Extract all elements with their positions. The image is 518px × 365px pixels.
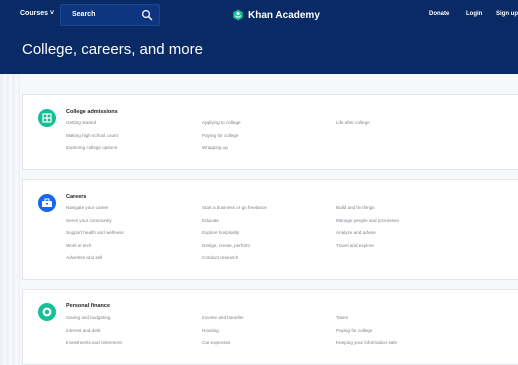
- topic-column: Start a business or go freelance Educate…: [202, 205, 330, 268]
- topic-column: Taxes Paying for college Keeping your in…: [336, 315, 464, 353]
- courses-menu-button[interactable]: Courses ˅: [20, 10, 54, 17]
- donate-link[interactable]: Donate: [429, 11, 449, 17]
- coin-icon: [42, 307, 52, 317]
- topic-link[interactable]: Educate: [202, 218, 330, 231]
- topic-link[interactable]: Investments and retirement: [66, 340, 194, 353]
- topic-link[interactable]: Advertise and sell: [66, 255, 194, 268]
- topic-link[interactable]: Paying for college: [336, 328, 464, 341]
- login-link[interactable]: Login: [466, 11, 482, 17]
- topic-link[interactable]: Making high school count: [66, 133, 194, 146]
- topic-link[interactable]: Work in tech: [66, 243, 194, 256]
- college-admissions-icon: [38, 109, 56, 127]
- section-title[interactable]: College admissions: [66, 109, 118, 115]
- search-icon[interactable]: [141, 9, 153, 21]
- topic-link[interactable]: Wrapping up: [202, 145, 330, 158]
- section-college-admissions: College admissions Getting started Makin…: [22, 94, 518, 170]
- page-banner: College, careers, and more: [0, 30, 518, 74]
- topic-column: Getting started Making high school count…: [66, 120, 194, 158]
- topic-link[interactable]: Travel and explore: [336, 243, 464, 256]
- topic-column: Saving and budgeting Interest and debt I…: [66, 315, 194, 353]
- topic-link[interactable]: Life after college: [336, 120, 464, 133]
- briefcase-icon: [42, 198, 52, 207]
- page-title: College, careers, and more: [22, 41, 203, 58]
- topic-link[interactable]: Paying for college: [202, 133, 330, 146]
- page-background-strip: [0, 74, 20, 365]
- topic-link[interactable]: Applying to college: [202, 120, 330, 133]
- topic-column: Applying to college Paying for college W…: [202, 120, 330, 158]
- top-navigation-bar: Courses ˅ Search Khan Academy Donate Log…: [0, 0, 518, 30]
- topic-link[interactable]: Design, create, perform: [202, 243, 330, 256]
- topic-link[interactable]: Income and benefits: [202, 315, 330, 328]
- topic-link[interactable]: Interest and debt: [66, 328, 194, 341]
- topic-link[interactable]: Exploring college options: [66, 145, 194, 158]
- section-title[interactable]: Personal finance: [66, 303, 110, 309]
- search-box[interactable]: Search: [60, 4, 160, 26]
- topic-link[interactable]: Getting started: [66, 120, 194, 133]
- topic-column: Life after college: [336, 120, 464, 133]
- topic-column: Income and benefits Housing Car expenses: [202, 315, 330, 353]
- khan-academy-logo-icon: [233, 9, 243, 21]
- topic-link[interactable]: Explore hospitality: [202, 230, 330, 243]
- section-title[interactable]: Careers: [66, 194, 87, 200]
- topic-link[interactable]: Support health and wellness: [66, 230, 194, 243]
- topic-link[interactable]: Analyze and advise: [336, 230, 464, 243]
- section-careers: Careers Navigate your career Serve your …: [22, 179, 518, 280]
- careers-icon: [38, 194, 56, 212]
- topic-link[interactable]: Keeping your information safe: [336, 340, 464, 353]
- topic-link[interactable]: Housing: [202, 328, 330, 341]
- topic-link[interactable]: Navigate your career: [66, 205, 194, 218]
- topic-link[interactable]: Conduct research: [202, 255, 330, 268]
- topic-link[interactable]: Car expenses: [202, 340, 330, 353]
- personal-finance-icon: [38, 303, 56, 321]
- topic-link[interactable]: Saving and budgeting: [66, 315, 194, 328]
- grid-icon: [42, 113, 52, 123]
- topic-link[interactable]: Serve your community: [66, 218, 194, 231]
- logo-text: Khan Academy: [248, 9, 320, 21]
- signup-link[interactable]: Sign up: [496, 11, 518, 17]
- topic-link[interactable]: Taxes: [336, 315, 464, 328]
- topic-link[interactable]: Start a business or go freelance: [202, 205, 330, 218]
- search-input[interactable]: Search: [72, 11, 95, 18]
- topic-column: Navigate your career Serve your communit…: [66, 205, 194, 268]
- section-personal-finance: Personal finance Saving and budgeting In…: [22, 289, 518, 365]
- khan-academy-logo[interactable]: Khan Academy: [232, 8, 320, 22]
- topic-link[interactable]: Manage people and processes: [336, 218, 464, 231]
- topic-column: Build and fix things Manage people and p…: [336, 205, 464, 255]
- topic-link[interactable]: Build and fix things: [336, 205, 464, 218]
